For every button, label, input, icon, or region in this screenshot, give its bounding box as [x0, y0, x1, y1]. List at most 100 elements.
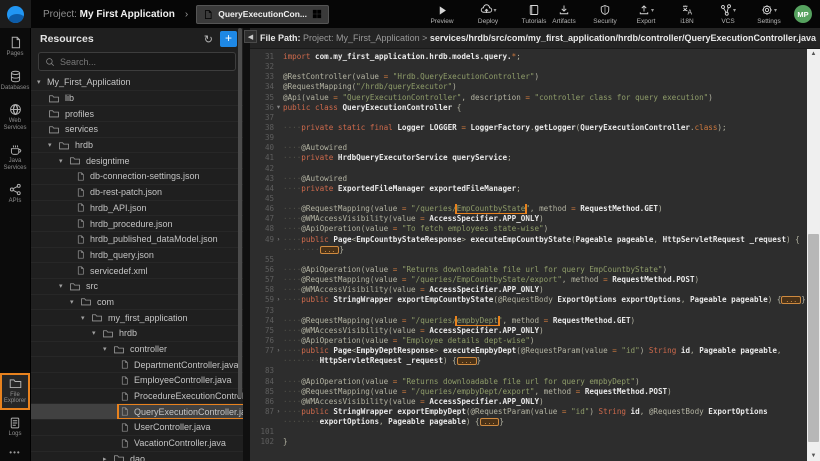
code-line-57[interactable]: 57····@RequestMapping(value = "/queries/… [250, 275, 807, 285]
tree-file-DepartmentController.java[interactable]: DepartmentController.java [31, 357, 243, 373]
code-line-102[interactable]: 102} [250, 437, 807, 447]
code-line-wrap[interactable]: ········...} [250, 245, 807, 255]
code-line-42[interactable]: 42 [250, 164, 807, 174]
chevron-down-icon[interactable]: ▾ [494, 7, 497, 14]
tree-folder-com[interactable]: ▾com [31, 295, 243, 311]
tree-folder-My_First_Application[interactable]: ▾My_First_Application [31, 75, 243, 91]
tree-file-EmployeeController.java[interactable]: EmployeeController.java [31, 373, 243, 389]
sidebar-item-databases[interactable]: Databases [0, 66, 30, 97]
tree-folder-lib[interactable]: lib [31, 91, 243, 107]
code-line-39[interactable]: 39 [250, 133, 807, 143]
tree-folder-src[interactable]: ▾src [31, 279, 243, 295]
code-line-44[interactable]: 44····private ExportedFileManager export… [250, 184, 807, 194]
code-line-73[interactable]: 73 [250, 306, 807, 316]
refresh-icon[interactable]: ↻ [204, 33, 213, 46]
code-line-83[interactable]: 83 [250, 366, 807, 376]
code-line-31[interactable]: 31import com.my_first_application.hrdb.m… [250, 52, 807, 62]
code-line-43[interactable]: 43····@Autowired [250, 174, 807, 184]
tree-folder-hrdb[interactable]: ▾hrdb [31, 138, 243, 154]
sidebar-item-file-explorer[interactable]: FileExplorer [0, 373, 30, 410]
chevron-down-icon[interactable]: ▾ [59, 282, 69, 290]
fold-placeholder[interactable]: ... [457, 357, 477, 365]
code-line-49[interactable]: 49›····public Page<EmpCountbyStateRespon… [250, 235, 807, 245]
tree-folder-profiles[interactable]: profiles [31, 106, 243, 122]
tree-file-hrdb_query.json[interactable]: hrdb_query.json [31, 248, 243, 264]
user-avatar[interactable]: MP [794, 5, 812, 23]
chevron-down-icon[interactable]: ▾ [92, 329, 102, 337]
fold-marker-icon[interactable]: › [274, 407, 283, 417]
code-line-40[interactable]: 40····@Autowired [250, 143, 807, 153]
preview-button[interactable]: Preview [427, 4, 457, 25]
code-line-34[interactable]: 34@RequestMapping("/hrdb/queryExecutor") [250, 82, 807, 92]
tree-file-hrdb_published_dataModel.json[interactable]: hrdb_published_dataModel.json [31, 232, 243, 248]
code-line-75[interactable]: 75····@WMAccessVisibility(value = Access… [250, 326, 807, 336]
code-line-32[interactable]: 32 [250, 62, 807, 72]
vcs-button[interactable]: ▾VCS [713, 4, 743, 25]
scroll-up-icon[interactable]: ▲ [807, 49, 820, 59]
code-line-59[interactable]: 59›····public StringWrapper exportEmpCou… [250, 295, 807, 305]
chevron-down-icon[interactable]: ▾ [774, 7, 777, 14]
tree-file-hrdb_procedure.json[interactable]: hrdb_procedure.json [31, 216, 243, 232]
sidebar-item-web-services[interactable]: WebServices [0, 99, 30, 136]
chevron-down-icon[interactable]: ▾ [48, 141, 58, 149]
code-line-74[interactable]: 74····@RequestMapping(value = "/queries/… [250, 316, 807, 326]
code-line-38[interactable]: 38····private static final Logger LOGGER… [250, 123, 807, 133]
code-line-wrap[interactable]: ········HttpServletRequest _request) {..… [250, 356, 807, 366]
sidebar-item-java-services[interactable]: JavaServices [0, 139, 30, 176]
code-line-87[interactable]: 87›····public StringWrapper exportEmpbyD… [250, 407, 807, 417]
tree-file-db-rest-patch.json[interactable]: db-rest-patch.json [31, 185, 243, 201]
fold-marker-icon[interactable]: ▾ [274, 103, 283, 113]
chevron-down-icon[interactable]: ▾ [70, 298, 80, 306]
code-line-47[interactable]: 47····@WMAccessVisibility(value = Access… [250, 214, 807, 224]
sidebar-item-apis[interactable]: APIs [0, 179, 30, 210]
open-file-tab[interactable]: QueryExecutionCon... [196, 5, 329, 24]
artifacts-button[interactable]: Artifacts [549, 4, 579, 25]
collapse-panel-icon[interactable]: ◀ [244, 30, 257, 43]
chevron-down-icon[interactable]: ▾ [103, 345, 113, 353]
code-line-76[interactable]: 76····@ApiOperation(value = "Employee de… [250, 336, 807, 346]
fold-marker-icon[interactable]: › [274, 346, 283, 356]
chevron-down-icon[interactable]: ▾ [651, 7, 654, 14]
code-line-85[interactable]: 85····@RequestMapping(value = "/queries/… [250, 387, 807, 397]
add-resource-button[interactable]: + [220, 31, 237, 47]
sidebar-item-pages[interactable]: Pages [0, 32, 30, 63]
sidebar-item-logs[interactable]: Logs [0, 413, 30, 443]
tree-file-hrdb_API.json[interactable]: hrdb_API.json [31, 201, 243, 217]
chevron-down-icon[interactable]: ▾ [733, 7, 736, 14]
tree-file-QueryExecutionController.java[interactable]: QueryExecutionController.java [31, 404, 243, 420]
project-breadcrumb[interactable]: Project: My First Application [43, 9, 175, 20]
tree-file-db-connection-settings.json[interactable]: db-connection-settings.json [31, 169, 243, 185]
scroll-down-icon[interactable]: ▼ [807, 451, 820, 461]
deploy-button[interactable]: ▾Deploy [473, 4, 503, 25]
tree-folder-my_first_application[interactable]: ▾my_first_application [31, 310, 243, 326]
security-button[interactable]: Security [590, 4, 620, 25]
code-line-48[interactable]: 48····@ApiOperation(value = "To fetch em… [250, 224, 807, 234]
code-area[interactable]: 31import com.my_first_application.hrdb.m… [250, 50, 807, 461]
fold-placeholder[interactable]: ... [781, 296, 801, 304]
fold-marker-icon[interactable]: › [274, 295, 283, 305]
tree-folder-dao[interactable]: ▸dao [31, 452, 243, 461]
scrollbar-thumb[interactable] [808, 234, 819, 442]
tree-file-VacationController.java[interactable]: VacationController.java [31, 436, 243, 452]
code-line-46[interactable]: 46····@RequestMapping(value = "/queries/… [250, 204, 807, 214]
tree-scrollbar[interactable] [238, 28, 242, 398]
code-line-36[interactable]: 36▾public class QueryExecutionController… [250, 103, 807, 113]
fold-marker-icon[interactable]: › [274, 235, 283, 245]
code-line-101[interactable]: 101 [250, 427, 807, 437]
i18n-button[interactable]: Ai18N [672, 4, 702, 25]
app-logo[interactable] [0, 0, 31, 28]
grid-icon[interactable] [312, 9, 322, 19]
chevron-down-icon[interactable]: ▾ [59, 157, 69, 165]
code-line-84[interactable]: 84····@ApiOperation(value = "Returns dow… [250, 377, 807, 387]
panel-divider[interactable] [243, 28, 250, 461]
fold-placeholder[interactable]: ... [480, 418, 500, 426]
code-line-45[interactable]: 45 [250, 194, 807, 204]
tree-folder-services[interactable]: services [31, 122, 243, 138]
export-button[interactable]: ▾Export [631, 4, 661, 25]
editor-scrollbar[interactable]: ▲ ▼ [807, 49, 820, 461]
more-options-icon[interactable]: ••• [9, 442, 20, 461]
chevron-down-icon[interactable]: ▾ [81, 314, 91, 322]
resources-search-input[interactable]: Search... [38, 52, 236, 71]
tree-folder-hrdb[interactable]: ▾hrdb [31, 326, 243, 342]
chevron-right-icon[interactable]: ▸ [103, 455, 113, 461]
